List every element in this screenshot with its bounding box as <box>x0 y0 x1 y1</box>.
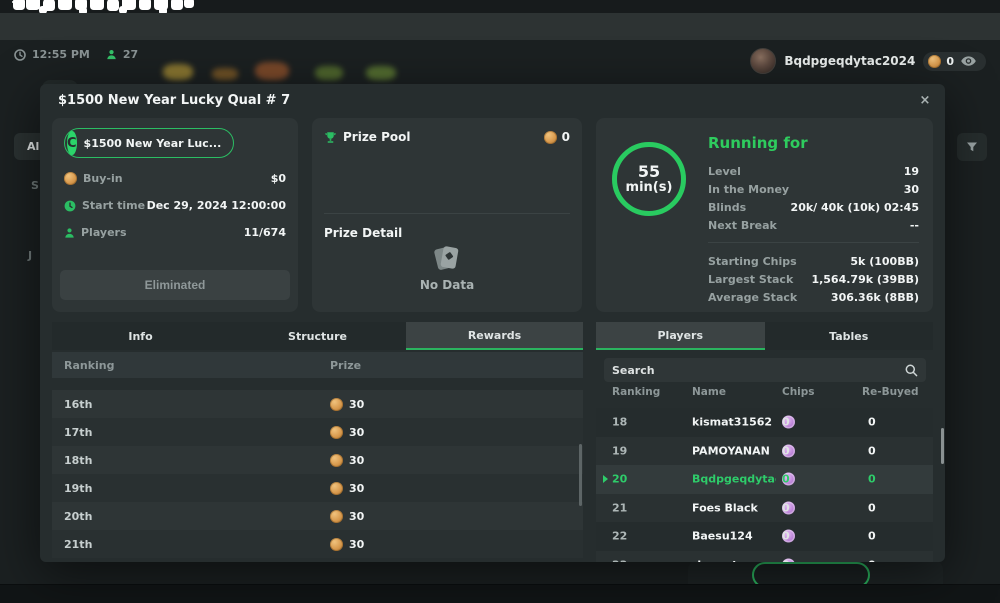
scrollbar-thumb[interactable] <box>941 428 944 464</box>
prize-detail-label: Prize Detail <box>324 226 402 240</box>
level-row: Level19 <box>708 162 919 180</box>
trophy-icon <box>324 131 337 144</box>
table-row[interactable]: 17th30 <box>52 418 583 446</box>
username: Bqdpgeqdytac2024 <box>784 54 915 68</box>
table-row[interactable]: 21 Foes Black 0 0 <box>596 494 933 523</box>
header-band <box>0 13 1000 40</box>
divider <box>708 242 919 243</box>
average-stack-row: Average Stack306.36k (8BB) <box>708 288 919 306</box>
buyin-value: $0 <box>271 172 286 185</box>
empty-cards-icon <box>434 246 460 272</box>
table-row[interactable]: 23 rinaputur 0 0 <box>596 551 933 563</box>
close-icon[interactable]: × <box>915 90 935 110</box>
background-row-text: S <box>31 179 39 192</box>
clock-icon <box>64 200 76 212</box>
table-row[interactable]: 18 kismat31562 0 0 <box>596 408 933 437</box>
running-status-card: 55 min(s) Running for Level19 In the Mon… <box>596 118 933 312</box>
tab-players[interactable]: Players <box>596 322 765 350</box>
coin-icon <box>330 454 343 467</box>
filter-button[interactable] <box>957 133 987 161</box>
bottom-bar <box>0 584 1000 603</box>
eye-icon[interactable] <box>961 56 976 66</box>
tab-rewards[interactable]: Rewards <box>406 322 583 350</box>
table-row[interactable]: 20th30 <box>52 502 583 530</box>
table-row[interactable]: 16th30 <box>52 390 583 418</box>
scrollbar-thumb[interactable] <box>579 444 582 506</box>
table-row[interactable]: 18th30 <box>52 446 583 474</box>
tournament-info-card: C $1500 New Year Luc... Buy-in $0 Start … <box>52 118 298 312</box>
table-row[interactable]: 19 PAMOYANAN 0 0 <box>596 437 933 466</box>
divider <box>324 213 570 214</box>
search-input[interactable] <box>604 364 905 377</box>
snow-decoration <box>12 1 14 3</box>
players-value: 11/674 <box>244 226 286 239</box>
player-icon <box>64 227 75 239</box>
tournament-name: $1500 New Year Luc... <box>84 137 222 150</box>
avatar[interactable] <box>750 48 776 74</box>
prize-pool-value: 0 <box>562 130 570 144</box>
largest-stack-row: Largest Stack1,564.79k (39BB) <box>708 270 919 288</box>
tab-tables[interactable]: Tables <box>765 322 934 350</box>
balance-pill[interactable]: 0 <box>923 52 986 71</box>
left-tab-bar: Info Structure Rewards <box>52 322 583 350</box>
search-bar <box>604 358 926 382</box>
current-player-arrow-icon <box>603 475 608 483</box>
players-row: Players 11/674 <box>64 226 286 239</box>
coin-icon <box>330 482 343 495</box>
search-icon[interactable] <box>905 364 918 377</box>
table-row[interactable]: 21th30 <box>52 530 583 558</box>
start-time-row: Start time Dec 29, 2024 12:00:00 <box>64 199 286 212</box>
rewards-table-header: Ranking Prize <box>52 352 583 378</box>
funnel-icon <box>966 141 978 153</box>
right-tab-bar: Players Tables <box>596 322 933 350</box>
tournament-modal: $1500 New Year Lucky Qual # 7 × C $1500 … <box>40 84 945 562</box>
clock-icon <box>14 49 26 61</box>
app-window: 12:55 PM 27 Bqdpgeqdytac2024 0 All S J $… <box>0 0 1000 603</box>
running-for-title: Running for <box>708 134 919 152</box>
online-players-icon <box>106 49 117 60</box>
coin-icon <box>330 426 343 439</box>
user-cluster: Bqdpgeqdytac2024 0 <box>750 48 986 74</box>
in-the-money-row: In the Money30 <box>708 180 919 198</box>
tab-structure[interactable]: Structure <box>229 322 406 350</box>
table-row-current-user[interactable]: 20 Bqdpgeqdytac2 0 0 <box>596 465 933 494</box>
tab-info[interactable]: Info <box>52 322 229 350</box>
tournament-name-pill[interactable]: C $1500 New Year Luc... <box>64 128 234 158</box>
rewards-table: 16th30 17th30 18th30 19th30 20th30 21th3… <box>52 390 583 558</box>
buyin-row: Buy-in $0 <box>64 172 286 185</box>
next-break-row: Next Break-- <box>708 216 919 234</box>
modal-title: $1500 New Year Lucky Qual # 7 <box>58 93 290 108</box>
blinds-row: Blinds20k/ 40k (10k) 02:45 <box>708 198 919 216</box>
coin-icon <box>330 398 343 411</box>
prize-pool-card: Prize Pool 0 Prize Detail No Data <box>312 118 582 312</box>
online-count: 27 <box>123 48 138 61</box>
balance-value: 0 <box>946 55 954 68</box>
table-row[interactable]: 22 Baesu124 0 0 <box>596 522 933 551</box>
players-table: 18 kismat31562 0 0 19 PAMOYANAN 0 0 20 B… <box>596 408 933 562</box>
no-data-text: No Data <box>312 278 582 292</box>
running-timer: 55 min(s) <box>612 142 686 216</box>
background-row-text: J <box>28 249 32 262</box>
table-row[interactable]: 19th30 <box>52 474 583 502</box>
eliminated-button[interactable]: Eliminated <box>60 270 290 300</box>
token-icon: C <box>67 131 77 155</box>
coin-icon <box>544 131 557 144</box>
coin-icon <box>330 538 343 551</box>
prize-pool-label: Prize Pool <box>343 130 411 144</box>
top-decoration-strip <box>0 0 1000 13</box>
players-table-header: Ranking Name Chips Re-Buyed <box>596 386 933 408</box>
coin-icon <box>928 55 941 68</box>
coin-icon <box>64 172 77 185</box>
no-data-placeholder: No Data <box>312 246 582 292</box>
current-time: 12:55 PM <box>32 48 90 61</box>
start-time-value: Dec 29, 2024 12:00:00 <box>147 199 286 212</box>
status-bar: 12:55 PM 27 <box>14 48 138 61</box>
starting-chips-row: Starting Chips5k (100BB) <box>708 252 919 270</box>
coin-icon <box>330 510 343 523</box>
